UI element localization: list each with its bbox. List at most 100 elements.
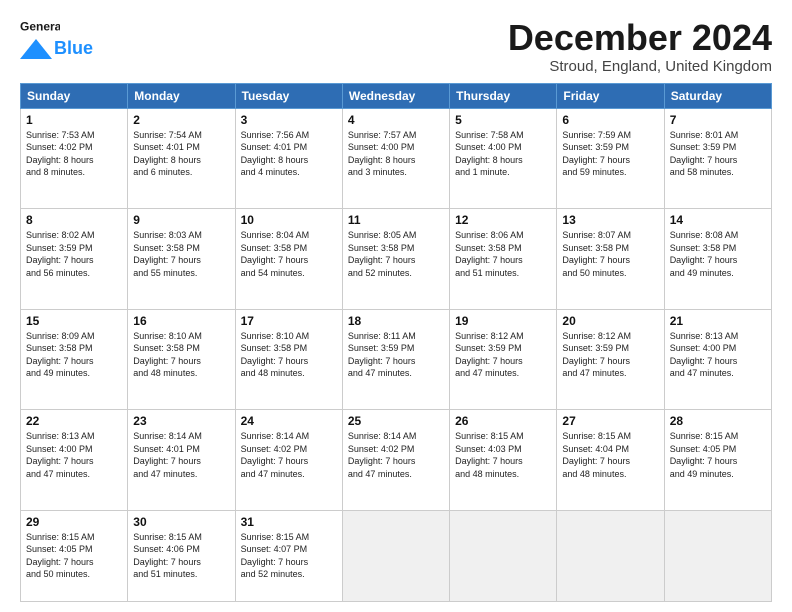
day-info: Sunrise: 8:11 AM Sunset: 3:59 PM Dayligh…	[348, 330, 444, 380]
day-info: Sunrise: 8:15 AM Sunset: 4:05 PM Dayligh…	[670, 430, 766, 480]
calendar-empty	[450, 510, 557, 601]
day-info: Sunrise: 8:15 AM Sunset: 4:04 PM Dayligh…	[562, 430, 658, 480]
day-number: 31	[241, 515, 337, 529]
day-info: Sunrise: 8:12 AM Sunset: 3:59 PM Dayligh…	[562, 330, 658, 380]
day-number: 26	[455, 414, 551, 428]
calendar-day-19: 19Sunrise: 8:12 AM Sunset: 3:59 PM Dayli…	[450, 309, 557, 410]
day-info: Sunrise: 8:07 AM Sunset: 3:58 PM Dayligh…	[562, 229, 658, 279]
calendar-day-14: 14 Sunrise: 8:08 AM Sunset: 3:58 PM Dayli…	[664, 209, 771, 310]
day-number: 10	[241, 213, 337, 227]
day-info: Sunrise: 7:54 AM Sunset: 4:01 PM Dayligh…	[133, 129, 229, 179]
calendar-empty	[342, 510, 449, 601]
day-info: Sunrise: 8:04 AM Sunset: 3:58 PM Dayligh…	[241, 229, 337, 279]
day-number: 20	[562, 314, 658, 328]
day-info: Sunrise: 8:15 AM Sunset: 4:07 PM Dayligh…	[241, 531, 337, 581]
calendar-day-28: 28Sunrise: 8:15 AM Sunset: 4:05 PM Dayli…	[664, 410, 771, 511]
day-number: 23	[133, 414, 229, 428]
calendar-day-21: 21 Sunrise: 8:13 AM Sunset: 4:00 PM Dayli…	[664, 309, 771, 410]
day-info: Sunrise: 8:02 AM Sunset: 3:59 PM Dayligh…	[26, 229, 122, 279]
day-number: 11	[348, 213, 444, 227]
calendar-day-16: 16Sunrise: 8:10 AM Sunset: 3:58 PM Dayli…	[128, 309, 235, 410]
calendar-day-25: 25 Sunrise: 8:14 AM Sunset: 4:02 PM Dayli…	[342, 410, 449, 511]
day-info: Sunrise: 8:15 AM Sunset: 4:05 PM Dayligh…	[26, 531, 122, 581]
logo-icon: General	[20, 18, 60, 36]
day-number: 14	[670, 213, 766, 227]
blue-shape-icon	[20, 39, 52, 59]
day-info: Sunrise: 7:57 AM Sunset: 4:00 PM Dayligh…	[348, 129, 444, 179]
weekday-header-wednesday: Wednesday	[342, 83, 449, 108]
day-number: 3	[241, 113, 337, 127]
logo: General Blue	[20, 18, 93, 59]
calendar-week-1: 1Sunrise: 7:53 AM Sunset: 4:02 PM Daylig…	[21, 108, 772, 209]
day-number: 8	[26, 213, 122, 227]
calendar-week-4: 22Sunrise: 8:13 AM Sunset: 4:00 PM Dayli…	[21, 410, 772, 511]
location: Stroud, England, United Kingdom	[508, 58, 772, 75]
day-number: 30	[133, 515, 229, 529]
weekday-header-thursday: Thursday	[450, 83, 557, 108]
calendar-header-row: SundayMondayTuesdayWednesdayThursdayFrid…	[21, 83, 772, 108]
calendar-table: SundayMondayTuesdayWednesdayThursdayFrid…	[20, 83, 772, 602]
day-info: Sunrise: 8:14 AM Sunset: 4:02 PM Dayligh…	[348, 430, 444, 480]
day-number: 18	[348, 314, 444, 328]
day-number: 29	[26, 515, 122, 529]
day-info: Sunrise: 8:15 AM Sunset: 4:06 PM Dayligh…	[133, 531, 229, 581]
calendar-day-17: 17Sunrise: 8:10 AM Sunset: 3:58 PM Dayli…	[235, 309, 342, 410]
day-info: Sunrise: 7:59 AM Sunset: 3:59 PM Dayligh…	[562, 129, 658, 179]
day-info: Sunrise: 7:56 AM Sunset: 4:01 PM Dayligh…	[241, 129, 337, 179]
calendar-day-7: 7Sunrise: 8:01 AM Sunset: 3:59 PM Daylig…	[664, 108, 771, 209]
day-number: 5	[455, 113, 551, 127]
calendar-day-22: 22Sunrise: 8:13 AM Sunset: 4:00 PM Dayli…	[21, 410, 128, 511]
day-info: Sunrise: 8:10 AM Sunset: 3:58 PM Dayligh…	[133, 330, 229, 380]
day-number: 6	[562, 113, 658, 127]
calendar-day-20: 20 Sunrise: 8:12 AM Sunset: 3:59 PM Dayli…	[557, 309, 664, 410]
day-info: Sunrise: 7:58 AM Sunset: 4:00 PM Dayligh…	[455, 129, 551, 179]
calendar-day-5: 5 Sunrise: 7:58 AM Sunset: 4:00 PM Daylig…	[450, 108, 557, 209]
title-block: December 2024 Stroud, England, United Ki…	[508, 18, 772, 75]
day-number: 25	[348, 414, 444, 428]
calendar-day-18: 18 Sunrise: 8:11 AM Sunset: 3:59 PM Dayli…	[342, 309, 449, 410]
page: General Blue December 2024 Stroud, Engla…	[0, 0, 792, 612]
day-info: Sunrise: 7:53 AM Sunset: 4:02 PM Dayligh…	[26, 129, 122, 179]
calendar-day-1: 1Sunrise: 7:53 AM Sunset: 4:02 PM Daylig…	[21, 108, 128, 209]
weekday-header-friday: Friday	[557, 83, 664, 108]
calendar-day-8: 8 Sunrise: 8:02 AM Sunset: 3:59 PM Daylig…	[21, 209, 128, 310]
calendar-week-2: 8 Sunrise: 8:02 AM Sunset: 3:59 PM Daylig…	[21, 209, 772, 310]
month-title: December 2024	[508, 18, 772, 58]
day-info: Sunrise: 8:08 AM Sunset: 3:58 PM Dayligh…	[670, 229, 766, 279]
day-info: Sunrise: 8:09 AM Sunset: 3:58 PM Dayligh…	[26, 330, 122, 380]
header: General Blue December 2024 Stroud, Engla…	[20, 18, 772, 75]
day-info: Sunrise: 8:03 AM Sunset: 3:58 PM Dayligh…	[133, 229, 229, 279]
weekday-header-saturday: Saturday	[664, 83, 771, 108]
logo-blue-text: Blue	[54, 38, 93, 59]
day-number: 9	[133, 213, 229, 227]
calendar-week-5: 29 Sunrise: 8:15 AM Sunset: 4:05 PM Dayli…	[21, 510, 772, 601]
svg-text:General: General	[20, 19, 60, 33]
day-info: Sunrise: 8:13 AM Sunset: 4:00 PM Dayligh…	[26, 430, 122, 480]
calendar-day-10: 10 Sunrise: 8:04 AM Sunset: 3:58 PM Dayli…	[235, 209, 342, 310]
weekday-header-sunday: Sunday	[21, 83, 128, 108]
day-info: Sunrise: 8:15 AM Sunset: 4:03 PM Dayligh…	[455, 430, 551, 480]
day-number: 27	[562, 414, 658, 428]
day-number: 2	[133, 113, 229, 127]
calendar-day-31: 31 Sunrise: 8:15 AM Sunset: 4:07 PM Dayli…	[235, 510, 342, 601]
calendar-day-12: 12Sunrise: 8:06 AM Sunset: 3:58 PM Dayli…	[450, 209, 557, 310]
day-info: Sunrise: 8:13 AM Sunset: 4:00 PM Dayligh…	[670, 330, 766, 380]
day-number: 21	[670, 314, 766, 328]
day-info: Sunrise: 8:10 AM Sunset: 3:58 PM Dayligh…	[241, 330, 337, 380]
weekday-header-monday: Monday	[128, 83, 235, 108]
day-number: 13	[562, 213, 658, 227]
calendar-week-3: 15Sunrise: 8:09 AM Sunset: 3:58 PM Dayli…	[21, 309, 772, 410]
calendar-empty	[664, 510, 771, 601]
day-info: Sunrise: 8:01 AM Sunset: 3:59 PM Dayligh…	[670, 129, 766, 179]
day-info: Sunrise: 8:05 AM Sunset: 3:58 PM Dayligh…	[348, 229, 444, 279]
weekday-header-tuesday: Tuesday	[235, 83, 342, 108]
calendar-day-30: 30 Sunrise: 8:15 AM Sunset: 4:06 PM Dayli…	[128, 510, 235, 601]
calendar-day-29: 29 Sunrise: 8:15 AM Sunset: 4:05 PM Dayli…	[21, 510, 128, 601]
day-info: Sunrise: 8:14 AM Sunset: 4:01 PM Dayligh…	[133, 430, 229, 480]
calendar-day-26: 26 Sunrise: 8:15 AM Sunset: 4:03 PM Dayli…	[450, 410, 557, 511]
calendar-day-13: 13 Sunrise: 8:07 AM Sunset: 3:58 PM Dayli…	[557, 209, 664, 310]
calendar-day-11: 11 Sunrise: 8:05 AM Sunset: 3:58 PM Dayli…	[342, 209, 449, 310]
calendar-day-2: 2 Sunrise: 7:54 AM Sunset: 4:01 PM Daylig…	[128, 108, 235, 209]
calendar-day-23: 23 Sunrise: 8:14 AM Sunset: 4:01 PM Dayli…	[128, 410, 235, 511]
day-number: 19	[455, 314, 551, 328]
